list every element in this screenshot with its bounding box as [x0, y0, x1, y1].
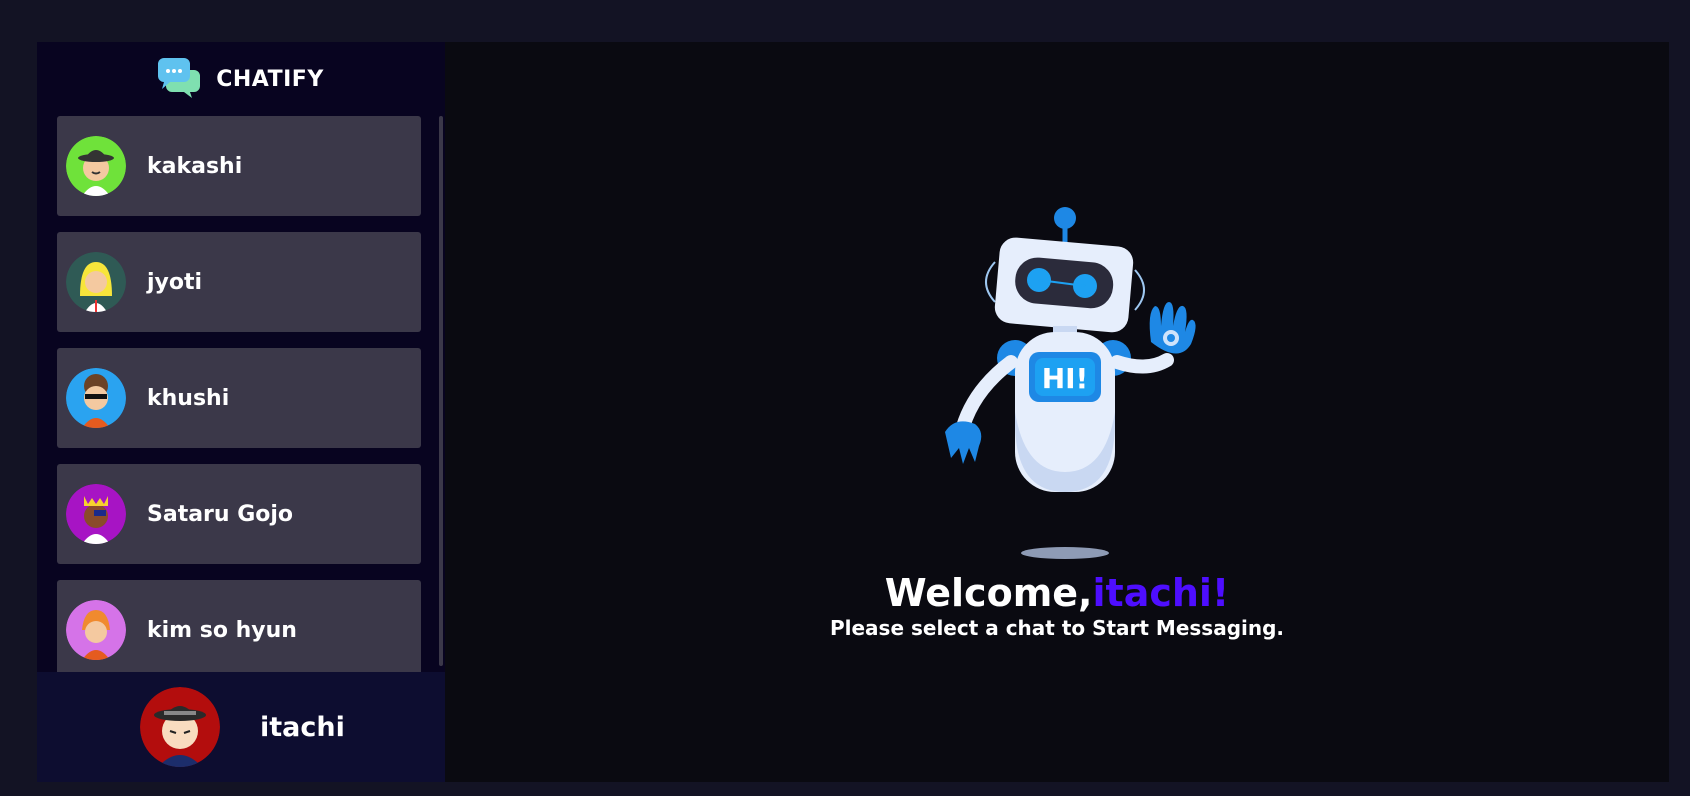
contacts-scrollbar[interactable] [439, 116, 443, 666]
robot-illustration: HI! [915, 202, 1215, 566]
avatar [66, 600, 126, 660]
contact-name: kakashi [147, 153, 243, 179]
avatar [66, 368, 126, 428]
avatar [140, 687, 220, 767]
contact-item[interactable]: Sataru Gojo [57, 464, 421, 564]
brand-header: CHATIFY [37, 42, 445, 116]
contact-name: kim so hyun [147, 617, 297, 643]
avatar [66, 252, 126, 312]
contact-name: khushi [147, 385, 230, 411]
welcome-username: itachi! [1092, 571, 1230, 615]
avatar [66, 484, 126, 544]
avatar [66, 136, 126, 196]
contact-item[interactable]: kim so hyun [57, 580, 421, 672]
contact-item[interactable]: kakashi [57, 116, 421, 216]
contacts-list[interactable]: kakashi jyoti khushi Sataru Gojo kim so … [37, 116, 445, 672]
current-user-panel: itachi [37, 672, 445, 782]
welcome-message: Welcome,itachi! Please select a chat to … [445, 572, 1669, 640]
contact-item[interactable]: khushi [57, 348, 421, 448]
brand-name: CHATIFY [216, 66, 324, 92]
contact-name: Sataru Gojo [147, 501, 294, 527]
chat-bubbles-icon [158, 56, 201, 102]
contact-item[interactable]: jyoti [57, 232, 421, 332]
chat-app: CHATIFY kakashi jyoti khushi Sataru Gojo… [37, 42, 1669, 782]
welcome-panel: HI! Welcome,itachi! Please select a chat… [445, 42, 1669, 782]
welcome-heading: Welcome,itachi! [445, 572, 1669, 614]
welcome-greeting: Welcome, [884, 571, 1093, 615]
welcome-subtitle: Please select a chat to Start Messaging. [829, 616, 1285, 640]
current-user-name: itachi [260, 711, 345, 743]
contact-name: jyoti [147, 269, 203, 295]
sidebar: CHATIFY kakashi jyoti khushi Sataru Gojo… [37, 42, 445, 782]
svg-text:HI!: HI! [1042, 362, 1089, 395]
